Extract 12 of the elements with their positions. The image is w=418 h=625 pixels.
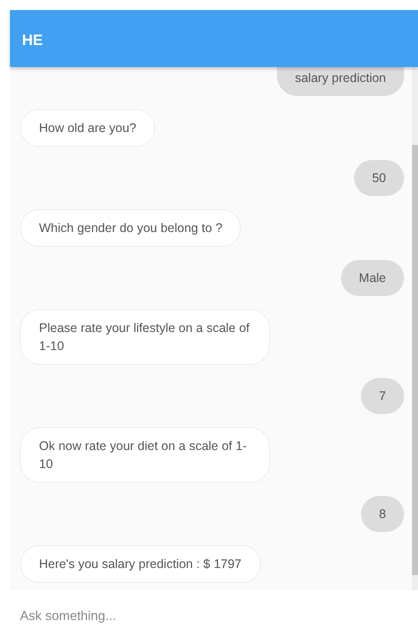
scrollbar[interactable]	[412, 67, 418, 590]
user-message: Male	[340, 260, 404, 296]
bot-message: Here's you salary prediction : $ 1797	[20, 545, 260, 583]
bot-message: Which gender do you belong to ?	[20, 209, 242, 247]
user-message: 8	[361, 496, 404, 532]
bot-message: Ok now rate your diet on a scale of 1-10	[20, 427, 270, 483]
bot-message: Please rate your lifestyle on a scale of 1-10	[20, 309, 270, 365]
user-message: 7	[361, 378, 404, 414]
bot-message: How old are you?	[20, 109, 156, 147]
user-message: salary prediction	[276, 67, 404, 96]
app-title: HE	[22, 32, 43, 49]
user-message: 50	[354, 160, 404, 196]
